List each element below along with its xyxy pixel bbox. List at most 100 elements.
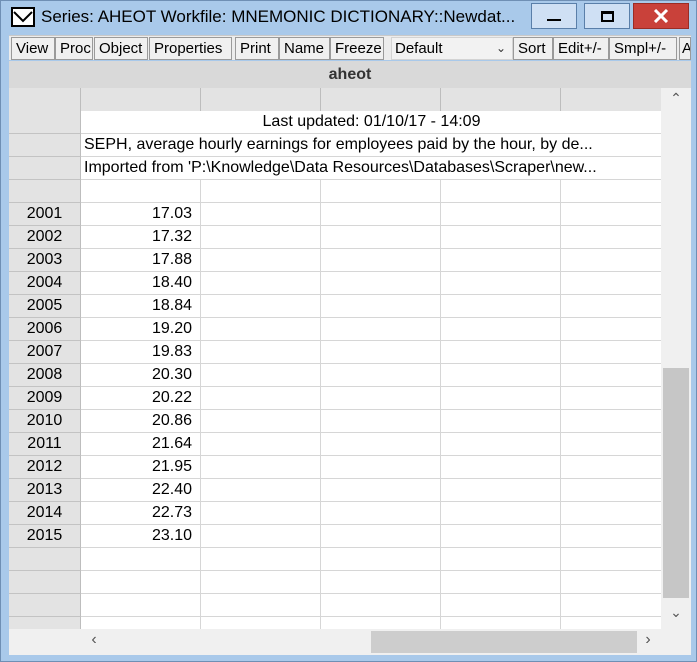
column-header[interactable] [561, 88, 661, 111]
freeze-button[interactable]: Freeze [330, 37, 384, 60]
vertical-scrollbar[interactable]: ⌃ ⌄ [661, 88, 691, 629]
horizontal-scrollbar[interactable]: ‹ › [81, 629, 661, 655]
value-cell[interactable]: 19.83 [81, 341, 197, 363]
scroll-down-icon[interactable]: ⌄ [661, 604, 691, 626]
row-header[interactable] [9, 548, 81, 571]
corner-cell[interactable] [9, 88, 81, 111]
scrollbar-spacer [9, 629, 81, 655]
value-cell[interactable]: 21.64 [81, 433, 197, 455]
row-header[interactable] [9, 134, 81, 157]
minimize-icon [547, 19, 561, 21]
metadata-row: Last updated: 01/10/17 - 14:09 [9, 111, 661, 134]
column-header[interactable] [81, 88, 201, 111]
table-row: 2003 17.88 [9, 249, 661, 272]
value-cell[interactable]: 21.95 [81, 456, 197, 478]
value-cell[interactable]: 17.03 [81, 203, 197, 225]
table-row: 2011 21.64 [9, 433, 661, 456]
empty-row [9, 548, 661, 571]
maximize-icon [600, 10, 614, 22]
scroll-right-icon[interactable]: › [637, 631, 659, 653]
table-row: 2008 20.30 [9, 364, 661, 387]
row-header[interactable]: 2006 [9, 318, 81, 341]
scroll-up-icon[interactable]: ⌃ [661, 90, 691, 112]
row-header[interactable]: 2008 [9, 364, 81, 387]
table-row: 2012 21.95 [9, 456, 661, 479]
title-bar[interactable]: Series: AHEOT Workfile: MNEMONIC DICTION… [1, 1, 696, 34]
row-header[interactable] [9, 571, 81, 594]
close-button[interactable] [633, 3, 689, 29]
row-header[interactable]: 2004 [9, 272, 81, 295]
empty-row [9, 571, 661, 594]
smpl-toggle-button[interactable]: Smpl+/- [609, 37, 677, 60]
row-header[interactable]: 2003 [9, 249, 81, 272]
value-cell[interactable]: 22.40 [81, 479, 197, 501]
table-row: 2010 20.86 [9, 410, 661, 433]
source-cell[interactable]: Imported from 'P:\Knowledge\Data Resourc… [82, 157, 661, 180]
description-cell[interactable]: SEPH, average hourly earnings for employ… [82, 134, 661, 157]
row-header[interactable]: 2012 [9, 456, 81, 479]
value-cell[interactable]: 18.40 [81, 272, 197, 294]
value-cell[interactable]: 17.88 [81, 249, 197, 271]
blank-row [9, 180, 661, 203]
scroll-left-icon[interactable]: ‹ [83, 631, 105, 653]
overflow-button[interactable]: A [679, 37, 691, 60]
data-grid[interactable]: Last updated: 01/10/17 - 14:09 SEPH, ave… [9, 88, 661, 629]
value-cell[interactable]: 18.84 [81, 295, 197, 317]
table-row: 2005 18.84 [9, 295, 661, 318]
value-cell[interactable]: 23.10 [81, 525, 197, 547]
row-header[interactable]: 2005 [9, 295, 81, 318]
horizontal-scroll-thumb[interactable] [371, 631, 637, 653]
row-header[interactable] [9, 157, 81, 180]
column-header[interactable] [441, 88, 561, 111]
display-mode-select[interactable]: Default ⌄ [391, 37, 513, 60]
print-button[interactable]: Print [235, 37, 279, 60]
column-header[interactable] [201, 88, 321, 111]
name-button[interactable]: Name [279, 37, 330, 60]
series-window: Series: AHEOT Workfile: MNEMONIC DICTION… [0, 0, 697, 662]
toolbar: View Proc Object Properties Print Name F… [9, 35, 691, 60]
value-cell[interactable]: 20.86 [81, 410, 197, 432]
row-header[interactable] [9, 594, 81, 617]
row-header[interactable]: 2013 [9, 479, 81, 502]
value-cell[interactable]: 19.20 [81, 318, 197, 340]
minimize-button[interactable] [531, 3, 577, 29]
column-header[interactable] [321, 88, 441, 111]
row-header[interactable]: 2011 [9, 433, 81, 456]
row-header[interactable]: 2007 [9, 341, 81, 364]
metadata-row: Imported from 'P:\Knowledge\Data Resourc… [9, 157, 661, 180]
sort-button[interactable]: Sort [513, 37, 553, 60]
empty-row [9, 594, 661, 617]
value-cell[interactable]: 17.32 [81, 226, 197, 248]
vertical-scroll-thumb[interactable] [663, 368, 689, 598]
edit-toggle-button[interactable]: Edit+/- [553, 37, 609, 60]
last-updated-cell[interactable]: Last updated: 01/10/17 - 14:09 [82, 111, 661, 134]
table-row: 2015 23.10 [9, 525, 661, 548]
metadata-row: SEPH, average hourly earnings for employ… [9, 134, 661, 157]
series-graph-icon [11, 7, 35, 27]
display-mode-value: Default [395, 40, 443, 57]
row-header[interactable] [9, 617, 81, 629]
value-cell[interactable]: 22.73 [81, 502, 197, 524]
view-button[interactable]: View [11, 37, 55, 60]
row-header[interactable]: 2015 [9, 525, 81, 548]
properties-button[interactable]: Properties [149, 37, 232, 60]
proc-button[interactable]: Proc [55, 37, 93, 60]
row-header[interactable]: 2002 [9, 226, 81, 249]
column-header-row [9, 88, 661, 111]
close-icon [653, 9, 669, 23]
value-cell[interactable]: 20.30 [81, 364, 197, 386]
row-header[interactable] [9, 111, 81, 134]
table-row: 2009 20.22 [9, 387, 661, 410]
window-title: Series: AHEOT Workfile: MNEMONIC DICTION… [41, 7, 516, 26]
row-header[interactable]: 2014 [9, 502, 81, 525]
row-header[interactable]: 2001 [9, 203, 81, 226]
maximize-button[interactable] [584, 3, 630, 29]
value-cell[interactable]: 20.22 [81, 387, 197, 409]
table-row: 2004 18.40 [9, 272, 661, 295]
table-row: 2014 22.73 [9, 502, 661, 525]
row-header[interactable] [9, 180, 81, 203]
object-button[interactable]: Object [94, 37, 148, 60]
chevron-down-icon: ⌄ [495, 41, 506, 55]
row-header[interactable]: 2009 [9, 387, 81, 410]
row-header[interactable]: 2010 [9, 410, 81, 433]
